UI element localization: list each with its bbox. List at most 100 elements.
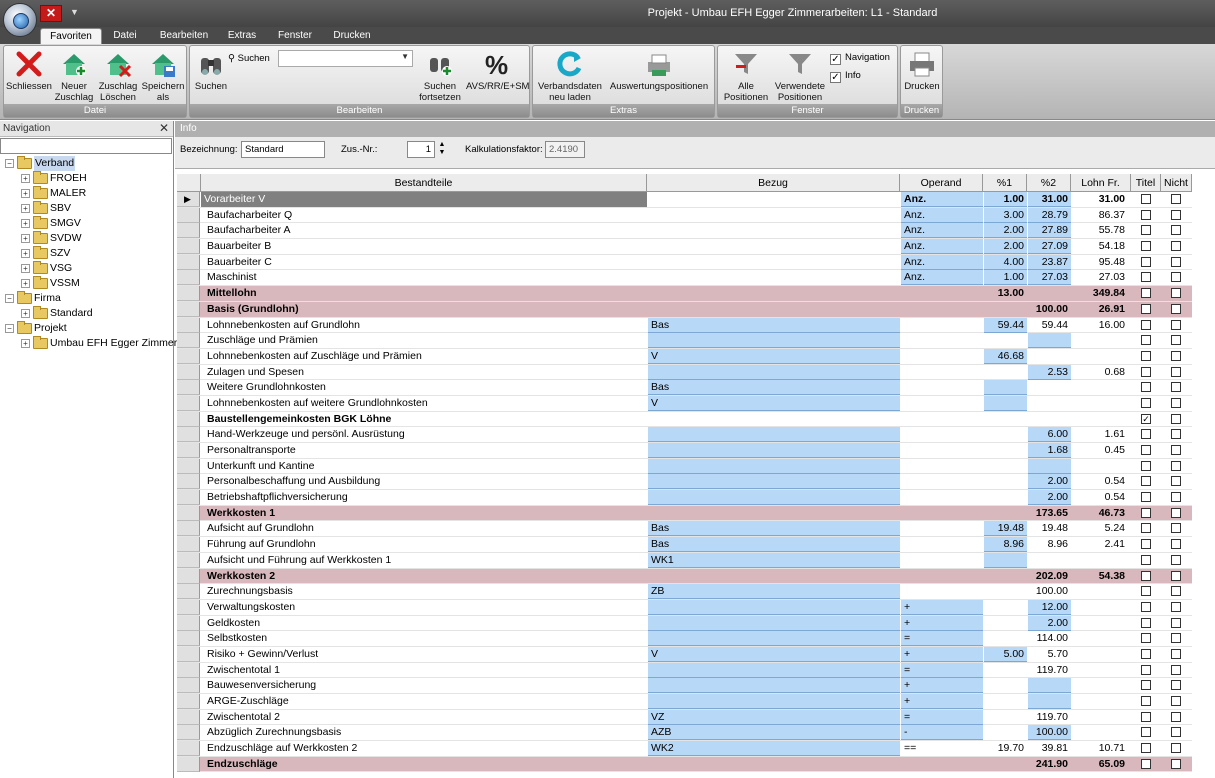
cell-bestandteile[interactable]: Bauwesenversicherung [204,678,644,693]
cell-lohn[interactable]: 26.91 [1072,302,1129,317]
row-selector[interactable] [177,756,200,772]
row-selector[interactable] [177,694,200,709]
row-selector[interactable] [177,662,200,678]
nicht-checkbox[interactable] [1171,397,1181,408]
nicht-checkbox[interactable] [1171,241,1181,252]
row-selector[interactable] [177,490,200,506]
row-selector[interactable] [177,411,200,427]
cell-bezug[interactable]: V [648,395,900,411]
spin-down-icon[interactable]: ▼ [439,149,446,156]
titel-checkbox[interactable] [1141,397,1151,408]
titel-checkbox[interactable] [1141,225,1151,236]
cell-bezug[interactable] [648,631,900,647]
cell-operand[interactable]: Anz. [901,239,983,255]
cell-lohn[interactable]: 86.37 [1072,208,1129,223]
expand-icon[interactable]: + [21,339,30,348]
table-row[interactable]: Personaltransporte 1.68 0.45 [177,443,1192,459]
cell-lohn[interactable]: 65.09 [1072,757,1129,772]
table-row[interactable]: Basis (Grundlohn) 100.00 26.91 [177,301,1192,318]
nicht-checkbox[interactable] [1171,319,1181,330]
row-selector[interactable] [177,678,200,694]
titel-checkbox[interactable] [1141,460,1151,471]
cell-bezug[interactable]: Bas [648,317,900,333]
table-row[interactable]: Lohnnebenkosten auf Grundlohn Bas 59.44 59.… [177,317,1192,334]
row-selector[interactable] [177,584,200,600]
expand-icon[interactable]: + [21,249,30,258]
titel-checkbox[interactable] [1141,680,1151,691]
row-selector[interactable] [177,474,200,490]
tree-node[interactable]: + FROEH [0,171,173,186]
tree-node[interactable]: + SMGV [0,216,173,231]
row-selector[interactable] [177,741,200,757]
row-selector[interactable] [177,505,200,521]
cell-operand[interactable]: + [901,615,983,631]
tab-datei[interactable]: Datei [104,28,146,44]
row-selector[interactable] [177,395,200,411]
cell-bestandteile[interactable]: Betriebshaftpflichversicherung [204,490,644,505]
cell-operand[interactable]: - [901,725,983,741]
titel-checkbox[interactable] [1141,382,1151,393]
nicht-checkbox[interactable] [1171,711,1181,722]
row-selector[interactable] [177,348,200,364]
cell-p2[interactable]: 173.65 [1028,506,1071,521]
bezeichnung-input[interactable]: Standard [241,141,325,158]
nicht-checkbox[interactable] [1171,633,1181,644]
titel-checkbox[interactable] [1141,664,1151,675]
tree-node[interactable]: + SZV [0,246,173,261]
titel-checkbox[interactable] [1141,758,1151,769]
cell-p2[interactable]: 2.00 [1028,615,1071,631]
cell-bezug[interactable] [648,678,900,694]
nicht-checkbox[interactable] [1171,617,1181,628]
cell-p2[interactable]: 1.68 [1028,443,1071,458]
table-row[interactable]: Werkkosten 2 202.09 54.38 [177,568,1192,585]
cell-bestandteile[interactable]: Verwaltungskosten [204,600,644,615]
cell-p2[interactable]: 6.00 [1028,427,1071,443]
titel-checkbox[interactable] [1141,539,1151,550]
cell-bestandteile[interactable]: Werkkosten 2 [204,569,644,584]
cell-lohn[interactable]: 349.84 [1072,286,1129,301]
cell-operand[interactable]: + [901,599,983,615]
table-row[interactable]: Mittellohn 13.00 349.84 [177,286,1192,302]
cell-operand[interactable]: + [901,694,983,709]
row-selector[interactable] [177,599,200,615]
cell-lohn[interactable]: 0.54 [1072,490,1129,505]
spin-up-icon[interactable]: ▲ [439,141,446,148]
cell-bestandteile[interactable]: Mittellohn [204,286,644,301]
cell-bezug[interactable]: WK1 [648,552,900,568]
cell-p2[interactable]: 8.96 [1028,537,1071,552]
close-icon[interactable]: ✕ [159,121,169,136]
titel-checkbox[interactable] [1141,476,1151,487]
cell-p2[interactable]: 100.00 [1028,584,1071,599]
cell-bestandteile[interactable]: Lohnnebenkosten auf Zuschläge und Prämie… [204,349,644,364]
cell-p1[interactable]: 13.00 [984,286,1027,301]
cell-lohn[interactable]: 10.71 [1072,741,1129,756]
cell-bestandteile[interactable]: Abzüglich Zurechnungsbasis [204,725,644,740]
cell-p1[interactable]: 59.44 [984,317,1027,333]
expand-icon[interactable]: + [21,264,30,273]
speichern-als-button[interactable]: Speichern als [140,48,186,103]
titel-checkbox[interactable] [1141,743,1151,754]
expand-icon[interactable]: + [21,189,30,198]
cell-lohn[interactable]: 0.45 [1072,443,1129,458]
nicht-checkbox[interactable] [1171,727,1181,738]
cell-bestandteile[interactable]: Maschinist [204,270,644,285]
nicht-checkbox[interactable] [1171,350,1181,361]
cell-p2[interactable]: 5.70 [1028,647,1071,662]
table-row[interactable]: Zurechnungsbasis ZB 100.00 [177,584,1192,600]
cell-operand[interactable]: Anz. [901,207,983,223]
nicht-checkbox[interactable] [1171,680,1181,691]
cell-p2[interactable]: 100.00 [1028,302,1071,317]
row-selector[interactable] [177,443,200,458]
titel-checkbox[interactable] [1141,648,1151,659]
titel-checkbox[interactable] [1141,366,1151,377]
nicht-checkbox[interactable] [1171,413,1181,424]
cell-p1[interactable]: 1.00 [984,270,1027,286]
table-row[interactable]: Verwaltungskosten +12.00 [177,599,1192,616]
tab-fenster[interactable]: Fenster [270,28,320,44]
nicht-checkbox[interactable] [1171,743,1181,754]
alle-positionen-button[interactable]: Alle Positionen [720,48,772,103]
row-selector[interactable] [177,239,200,255]
cell-bezug[interactable]: V [648,348,900,364]
cell-p2[interactable]: 28.79 [1028,207,1071,223]
cell-operand[interactable]: Anz. [901,270,983,286]
